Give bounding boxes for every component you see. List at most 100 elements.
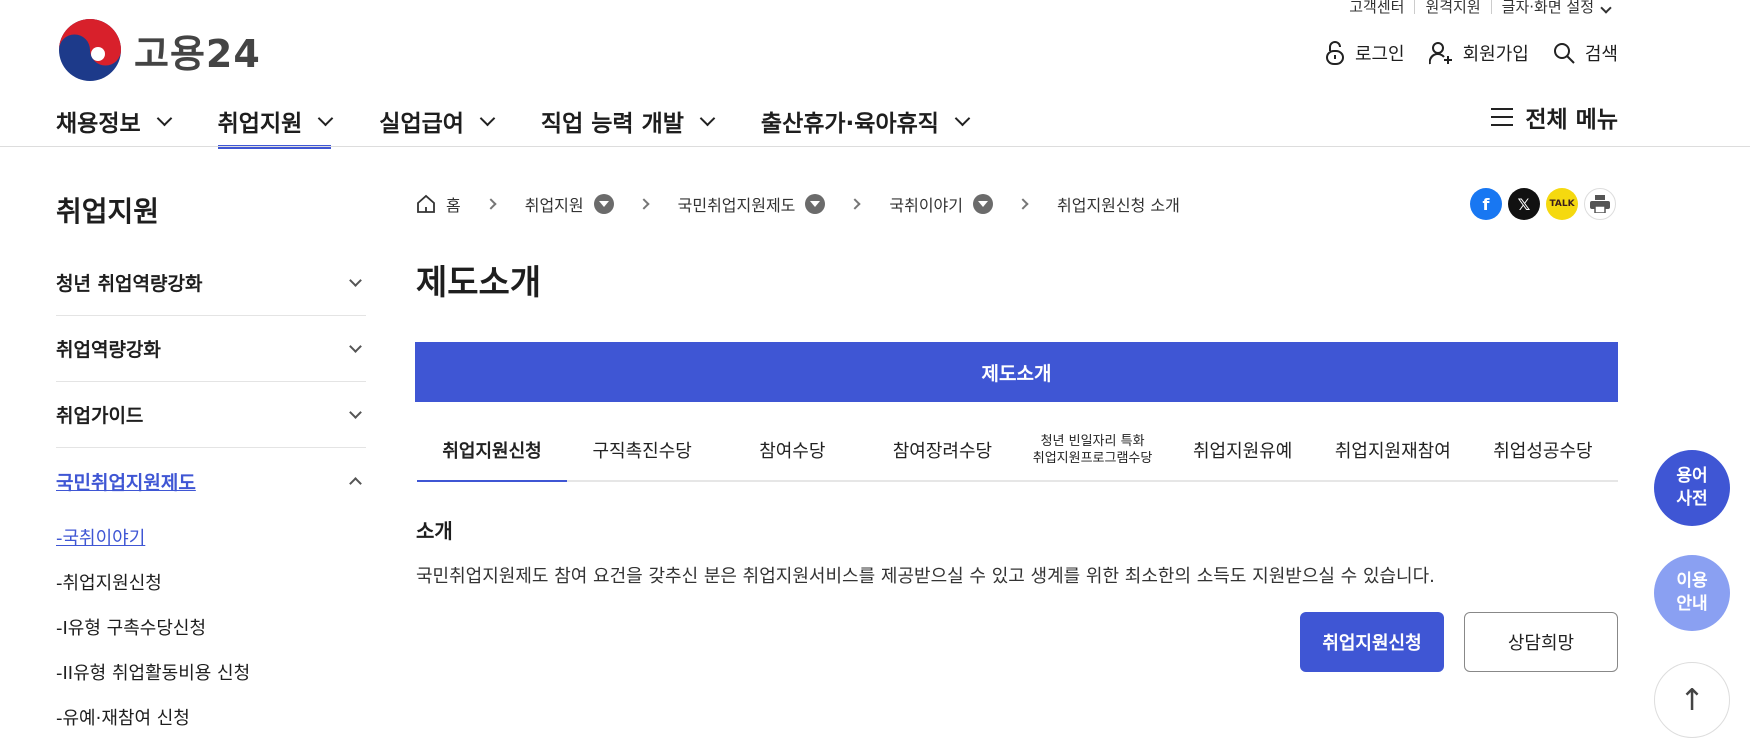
usage-guide-button[interactable]: 이용안내 (1654, 555, 1730, 631)
breadcrumb-home[interactable]: 홈 (416, 192, 461, 216)
chevron-right-icon (637, 198, 650, 210)
main-nav: 채용정보 취업지원 실업급여 직업 능력 개발 출산휴가·육아휴직 (56, 96, 1016, 149)
header-divider (0, 146, 1750, 147)
customer-center-link[interactable]: 고객센터 (1339, 0, 1414, 17)
tab-success-allowance[interactable]: 취업성공수당 (1468, 420, 1618, 480)
arrow-up-icon: ↑ (1679, 682, 1705, 718)
sidebar-item-national-support[interactable]: 국민취업지원제도 (56, 448, 366, 514)
subitem-label: -I유형 구촉수당신청 (56, 617, 207, 639)
sidebar-subitem-apply[interactable]: -취업지원신청 (56, 559, 366, 604)
chevron-down-icon (318, 110, 334, 126)
glossary-label: 사전 (1676, 489, 1708, 509)
tab-youth-program-allowance[interactable]: 청년 빈일자리 특화 취업지원프로그램수당 (1018, 420, 1168, 480)
breadcrumb-home-label: 홈 (446, 196, 461, 215)
sidebar-item-capacity[interactable]: 취업역량강화 (56, 316, 366, 382)
sidebar-subitem-defer[interactable]: -유예·재참여 신청 (56, 694, 366, 739)
tab-apply[interactable]: 취업지원신청 (417, 420, 568, 482)
tab-label-line: 청년 빈일자리 특화 (1040, 434, 1145, 449)
sidebar: 청년 취업역량강화 취업역량강화 취업가이드 국민취업지원제도 -국취이야기 -… (56, 250, 366, 739)
all-menu-label: 전체 메뉴 (1525, 107, 1618, 133)
search-icon (1553, 43, 1575, 64)
kakaotalk-icon[interactable]: TALK (1546, 188, 1578, 220)
search-button[interactable]: 검색 (1553, 40, 1618, 66)
nav-label: 직업 능력 개발 (540, 111, 684, 137)
site-logo[interactable]: 고용24 (58, 18, 261, 82)
logo-text: 고용24 (134, 31, 261, 76)
chevron-down-icon (349, 340, 362, 353)
nav-label: 출산휴가·육아휴직 (760, 111, 939, 137)
section-text: 국민취업지원제도 참여 요건을 갖추신 분은 취업지원서비스를 제공받으실 수 … (416, 566, 1435, 587)
breadcrumb-item[interactable]: 국취이야기 (889, 192, 993, 216)
guide-label: 이용 (1676, 571, 1708, 591)
breadcrumb-label: 국민취업지원제도 (677, 196, 796, 215)
consult-button[interactable]: 상담희망 (1464, 612, 1618, 672)
tab-deferral[interactable]: 취업지원유예 (1168, 420, 1318, 480)
tab-bar: 취업지원신청 구직촉진수당 참여수당 참여장려수당 청년 빈일자리 특화 취업지… (417, 420, 1618, 482)
sidebar-item-label: 취업가이드 (56, 405, 144, 427)
breadcrumb-current: 취업지원신청 소개 (1057, 192, 1180, 216)
signup-label: 회원가입 (1462, 44, 1529, 65)
apply-button[interactable]: 취업지원신청 (1300, 612, 1444, 672)
chevron-right-icon (1017, 198, 1029, 210)
breadcrumb: 홈 취업지원 국민취업지원제도 국취이야기 취업지원신청 소개 (416, 192, 1180, 216)
nav-employment-support[interactable]: 취업지원 (217, 96, 334, 149)
home-icon (417, 194, 435, 213)
chevron-down-icon (954, 110, 971, 126)
lock-icon (1325, 41, 1344, 65)
dropdown-icon[interactable] (805, 194, 826, 214)
breadcrumb-label: 취업지원신청 소개 (1057, 196, 1180, 215)
tab-reparticipation[interactable]: 취업지원재참여 (1318, 420, 1468, 480)
chevron-down-icon (349, 406, 362, 419)
sidebar-item-label: 국민취업지원제도 (56, 471, 196, 494)
guide-label: 안내 (1676, 594, 1708, 614)
sidebar-subitem-type2[interactable]: -II유형 취업활동비용 신청 (56, 649, 366, 694)
x-icon[interactable]: 𝕏 (1508, 188, 1540, 220)
chevron-up-icon (349, 476, 362, 490)
login-button[interactable]: 로그인 (1325, 40, 1405, 66)
add-user-icon (1428, 42, 1452, 65)
all-menu-button[interactable]: 전체 메뉴 (1491, 100, 1618, 134)
sidebar-subitem-type1[interactable]: -I유형 구촉수당신청 (56, 604, 366, 649)
scroll-top-button[interactable]: ↑ (1654, 662, 1730, 738)
display-settings-button[interactable]: 글자·화면 설정 (1492, 0, 1620, 17)
signup-button[interactable]: 회원가입 (1428, 40, 1529, 66)
dropdown-icon[interactable] (593, 194, 614, 214)
sidebar-submenu: -국취이야기 -취업지원신청 -I유형 구촉수당신청 -II유형 취업활동비용 … (56, 514, 366, 739)
sidebar-item-youth[interactable]: 청년 취업역량강화 (56, 250, 366, 316)
breadcrumb-label: 국취이야기 (889, 196, 963, 215)
dropdown-icon[interactable] (973, 194, 993, 214)
page-title: 제도소개 (416, 263, 542, 303)
subitem-label: -II유형 취업활동비용 신청 (56, 662, 251, 684)
chevron-right-icon (849, 198, 862, 210)
nav-label: 실업급여 (379, 111, 464, 137)
user-actions: 로그인 회원가입 검색 (1301, 40, 1618, 66)
nav-jobs[interactable]: 채용정보 (56, 96, 172, 146)
chevron-down-icon (1600, 2, 1612, 14)
sidebar-item-label: 취업역량강화 (56, 339, 161, 361)
print-icon[interactable] (1584, 188, 1616, 220)
remote-support-link[interactable]: 원격지원 (1415, 0, 1490, 17)
nav-unemployment-benefit[interactable]: 실업급여 (379, 96, 496, 146)
tab-job-search-allowance[interactable]: 구직촉진수당 (567, 420, 717, 480)
search-label: 검색 (1584, 44, 1618, 65)
glossary-button[interactable]: 용어사전 (1654, 450, 1730, 526)
nav-parental-leave[interactable]: 출산휴가·육아휴직 (760, 96, 971, 146)
nav-label: 취업지원 (217, 111, 303, 137)
subitem-label: -취업지원신청 (56, 572, 162, 594)
login-label: 로그인 (1354, 44, 1405, 65)
facebook-icon[interactable]: f (1470, 188, 1502, 220)
breadcrumb-label: 취업지원 (524, 196, 584, 215)
breadcrumb-item[interactable]: 국민취업지원제도 (678, 192, 826, 216)
sidebar-subitem-story[interactable]: -국취이야기 (56, 514, 366, 559)
glossary-label: 용어 (1676, 466, 1708, 486)
nav-label: 채용정보 (56, 111, 141, 137)
sidebar-item-guide[interactable]: 취업가이드 (56, 382, 366, 448)
tab-encouragement-allowance[interactable]: 참여장려수당 (867, 420, 1017, 480)
share-buttons: f 𝕏 TALK (1464, 188, 1616, 220)
chevron-down-icon (699, 110, 716, 126)
breadcrumb-item[interactable]: 취업지원 (525, 192, 614, 216)
nav-skills-development[interactable]: 직업 능력 개발 (540, 96, 716, 146)
tab-participation-allowance[interactable]: 참여수당 (717, 420, 867, 480)
sidebar-item-label: 청년 취업역량강화 (56, 273, 203, 295)
government-emblem-icon (59, 19, 121, 81)
